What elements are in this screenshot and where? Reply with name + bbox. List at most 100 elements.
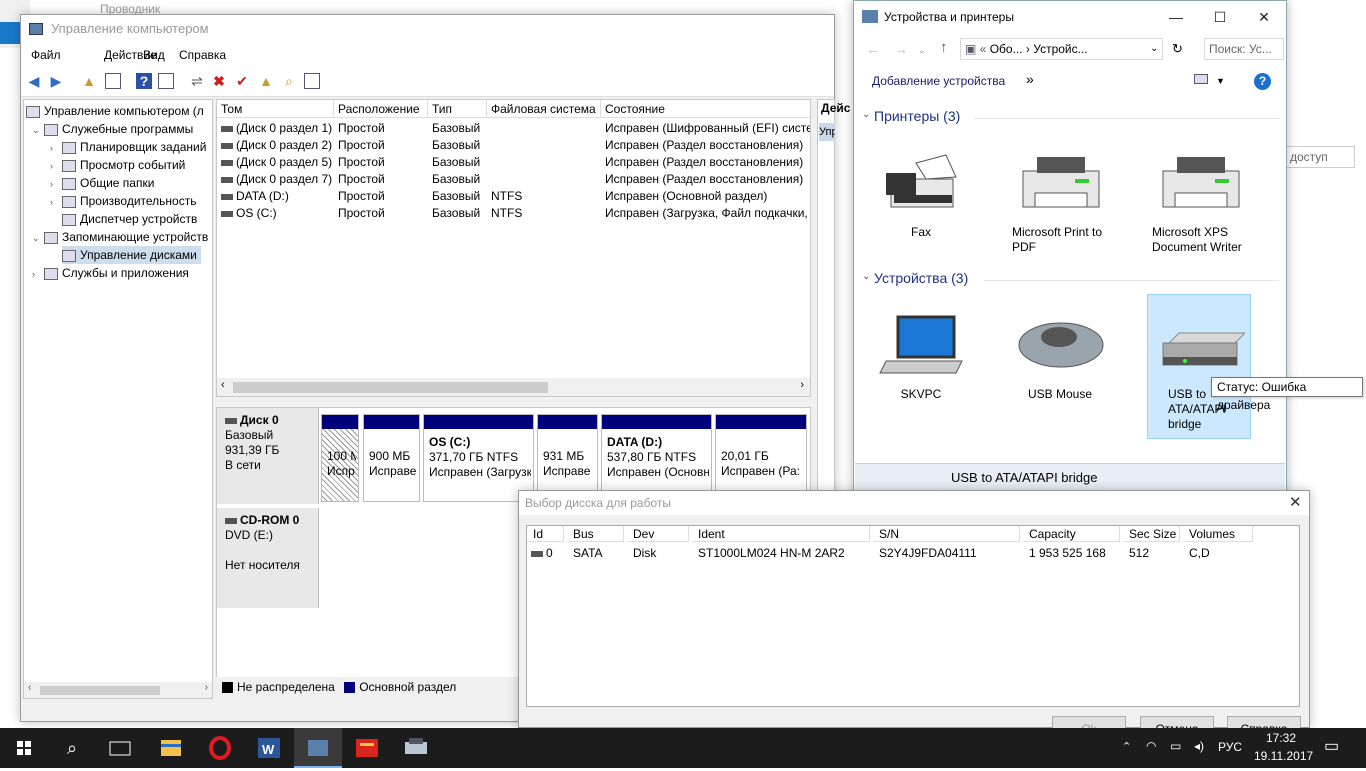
partition-block[interactable]: DATA (D:) 537,80 ГБ NTFS Исправен (Основн: [601, 414, 712, 502]
table-row[interactable]: (Диск 0 раздел 7) Простой Базовый Исправен …: [217, 171, 810, 188]
list-view-icon[interactable]: [304, 73, 320, 89]
expand-icon[interactable]: ›: [50, 157, 60, 174]
action-center-icon[interactable]: ▭: [1324, 736, 1339, 756]
expand-icon[interactable]: ›: [50, 175, 60, 192]
tree-hscrollbar[interactable]: ‹ ›: [24, 682, 212, 698]
device-fax[interactable]: Fax: [869, 151, 973, 240]
cdrom0-label[interactable]: CD-ROM 0 DVD (E:) Нет носителя: [217, 508, 319, 608]
word-icon[interactable]: W: [245, 728, 293, 768]
col-bus[interactable]: Bus: [567, 526, 624, 542]
partition-block[interactable]: 931 МБ Исправе: [537, 414, 598, 502]
view-options-icon[interactable]: [1194, 74, 1208, 84]
col-volumes[interactable]: Volumes: [1183, 526, 1253, 542]
tree-item-performance[interactable]: › Производительность: [50, 192, 196, 210]
col-dev[interactable]: Dev: [627, 526, 689, 542]
connect-icon[interactable]: ⇌: [189, 73, 205, 89]
device-usb-mouse[interactable]: USB Mouse: [1008, 313, 1112, 402]
col-sec-size[interactable]: Sec Size: [1123, 526, 1180, 542]
forward-icon[interactable]: →: [894, 41, 908, 57]
devices-collapse-icon[interactable]: ⌄: [862, 271, 870, 282]
address-dropdown-icon[interactable]: ⌄: [1150, 43, 1158, 54]
minimize-button[interactable]: —: [1154, 1, 1198, 33]
device-print-to-pdf[interactable]: Microsoft Print to PDF: [1008, 151, 1112, 255]
tree-item-device-manager[interactable]: Диспетчер устройств: [62, 210, 197, 228]
show-tree-icon[interactable]: [105, 73, 121, 89]
more-commands-button[interactable]: »: [1026, 71, 1034, 87]
refresh-icon[interactable]: ↻: [1172, 41, 1183, 57]
expand-icon[interactable]: ›: [50, 193, 60, 210]
back-icon[interactable]: ←: [866, 41, 880, 57]
device-usb-ata-bridge[interactable]: USB to ATA/ATAPI bridge: [1148, 313, 1252, 432]
tree-item-disk-management[interactable]: Управление дисками: [62, 246, 201, 264]
col-type[interactable]: Тип: [428, 100, 487, 118]
history-chevron-icon[interactable]: ⌄: [918, 45, 926, 56]
view-dropdown-icon[interactable]: ▼: [1216, 76, 1225, 86]
network-icon[interactable]: ◠: [1146, 739, 1156, 753]
partition-block[interactable]: 100 МИспр: [321, 414, 359, 502]
import-icon[interactable]: ▲: [258, 73, 274, 89]
col-ident[interactable]: Ident: [692, 526, 870, 542]
delete-icon[interactable]: ✖: [211, 73, 227, 89]
table-row[interactable]: (Диск 0 раздел 1) Простой Базовый Исправен …: [217, 120, 810, 137]
tree-item-storage[interactable]: ⌄ Запоминающие устройств: [32, 228, 208, 246]
tree-item-computer-management[interactable]: Управление компьютером (л: [26, 102, 204, 120]
printers-group-title[interactable]: Принтеры (3): [874, 108, 960, 124]
partition-block[interactable]: 20,01 ГБ Исправен (Ра:: [715, 414, 807, 502]
table-row[interactable]: (Диск 0 раздел 2) Простой Базовый Исправен …: [217, 137, 810, 154]
device-skvpc[interactable]: SKVPC: [869, 313, 973, 402]
explorer-file-tab[interactable]: [0, 22, 20, 44]
help-icon[interactable]: ?: [136, 73, 152, 89]
col-status[interactable]: Состояние: [601, 100, 810, 118]
back-icon[interactable]: ◀: [26, 73, 42, 89]
volume-list-hscrollbar[interactable]: ‹ ›: [217, 378, 810, 396]
help-icon[interactable]: ?: [1254, 73, 1271, 90]
maximize-button[interactable]: ☐: [1198, 1, 1242, 33]
partition-block[interactable]: 900 МБ Исправе: [363, 414, 420, 502]
disk0-label[interactable]: Диск 0 Базовый 931,39 ГБ В сети: [217, 408, 319, 504]
col-id[interactable]: Id: [527, 526, 564, 542]
expand-icon[interactable]: ›: [50, 139, 60, 156]
properties-icon[interactable]: [158, 73, 174, 89]
search-input[interactable]: Поиск: Ус...: [1204, 38, 1284, 60]
check-icon[interactable]: ✔: [234, 73, 250, 89]
col-capacity[interactable]: Capacity: [1023, 526, 1120, 542]
tree-item-services-apps[interactable]: › Службы и приложения: [32, 264, 189, 282]
search-icon[interactable]: ⌕: [48, 728, 96, 768]
menu-file[interactable]: Файл: [31, 48, 61, 62]
tree-item-task-scheduler[interactable]: › Планировщик заданий: [50, 138, 206, 156]
tray-expand-icon[interactable]: ⌃: [1122, 740, 1131, 753]
col-sn[interactable]: S/N: [873, 526, 1020, 542]
clock-date[interactable]: 19.11.2017: [1254, 749, 1313, 763]
col-filesystem[interactable]: Файловая система: [487, 100, 601, 118]
file-explorer-icon[interactable]: [147, 728, 195, 768]
table-row[interactable]: (Диск 0 раздел 5) Простой Базовый Исправен …: [217, 154, 810, 171]
col-layout[interactable]: Расположение: [334, 100, 428, 118]
devices-group-title[interactable]: Устройства (3): [874, 270, 968, 286]
table-row[interactable]: 0 SATA Disk ST1000LM024 HN-M 2AR2 S2Y4J9…: [527, 544, 1299, 562]
tree-item-system-tools[interactable]: ⌄ Служебные программы: [32, 120, 193, 138]
computer-management-task[interactable]: [294, 728, 342, 768]
menu-view[interactable]: Вид: [143, 48, 165, 62]
collapse-icon[interactable]: ⌄: [32, 121, 42, 138]
volume-icon[interactable]: ◂): [1194, 739, 1204, 753]
col-volume[interactable]: Том: [217, 100, 334, 118]
task-view-icon[interactable]: [96, 728, 144, 768]
close-button[interactable]: ✕: [1242, 1, 1286, 33]
explorer-search-input[interactable]: доступ: [1285, 146, 1355, 168]
partition-block[interactable]: OS (C:) 371,70 ГБ NTFS Исправен (Загрузк: [423, 414, 534, 502]
tree-item-event-viewer[interactable]: › Просмотр событий: [50, 156, 185, 174]
devices-printers-task[interactable]: [392, 728, 440, 768]
address-bar[interactable]: ▣ « Обо... › Устройс...: [960, 38, 1163, 60]
opera-icon[interactable]: [196, 728, 244, 768]
add-device-link[interactable]: Добавление устройства: [872, 74, 1005, 88]
language-indicator[interactable]: РУС: [1218, 740, 1242, 754]
table-row[interactable]: DATA (D:) Простой Базовый NTFS Исправен (Осн…: [217, 188, 810, 205]
collapse-icon[interactable]: ⌄: [32, 229, 42, 246]
search-folder-icon[interactable]: ⌕: [281, 73, 297, 89]
device-xps-writer[interactable]: Microsoft XPS Document Writer: [1148, 151, 1252, 255]
table-row[interactable]: OS (C:) Простой Базовый NTFS Исправен (Загру…: [217, 205, 810, 222]
actions-item[interactable]: Управ: [819, 123, 835, 141]
printers-collapse-icon[interactable]: ⌄: [862, 109, 870, 120]
expand-icon[interactable]: ›: [32, 265, 42, 282]
clock-time[interactable]: 17:32: [1266, 731, 1296, 745]
